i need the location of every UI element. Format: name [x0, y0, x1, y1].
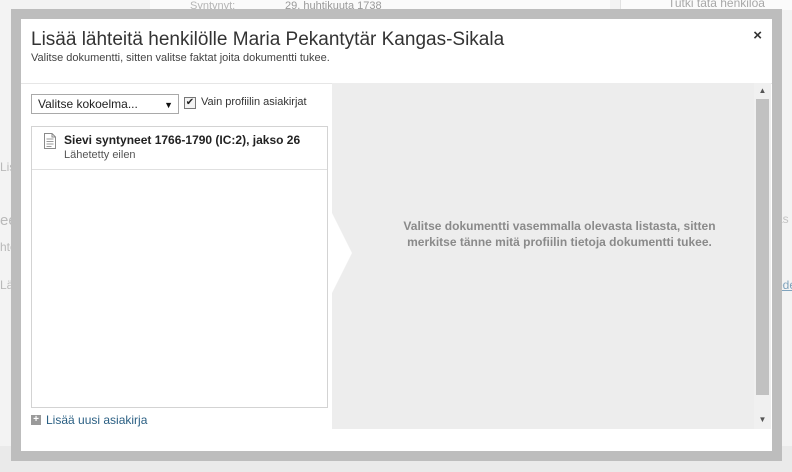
- document-sent-date: Lähetetty eilen: [64, 149, 136, 161]
- plus-icon: +: [31, 415, 41, 425]
- document-title: Sievi syntyneet 1766-1790 (IC:2), jakso …: [64, 133, 301, 147]
- profile-documents-only-checkbox[interactable]: ✔: [184, 97, 196, 109]
- dialog-header: Lisää lähteitä henkilölle Maria Pekantyt…: [21, 19, 772, 84]
- list-item[interactable]: Sievi syntyneet 1766-1790 (IC:2), jakso …: [32, 127, 327, 170]
- dialog-subtitle: Valitse dokumentti, sitten valitse fakta…: [31, 52, 330, 64]
- scroll-up-icon[interactable]: ▲: [754, 86, 771, 95]
- dialog-title: Lisää lähteitä henkilölle Maria Pekantyt…: [31, 29, 505, 50]
- scroll-down-icon[interactable]: ▼: [754, 415, 771, 424]
- profile-documents-only-label: Vain profiilin asiakirjat: [201, 96, 307, 108]
- collection-select-value: Valitse kokoelma...: [38, 97, 138, 111]
- dropdown-arrow-icon: ▼: [164, 100, 173, 110]
- pointer-arrow: [332, 213, 352, 293]
- document-pane: Valitse kokoelma... ▼ ✔ Vain profiilin a…: [21, 83, 332, 429]
- collection-select[interactable]: Valitse kokoelma... ▼: [31, 94, 179, 114]
- facts-pane-scrollbar[interactable]: ▲ ▼: [754, 83, 771, 429]
- facts-instruction-message: Valitse dokumentti vasemmalla olevasta l…: [403, 219, 716, 249]
- document-icon: [44, 133, 56, 149]
- add-sources-dialog: Lisää lähteitä henkilölle Maria Pekantyt…: [21, 19, 772, 451]
- document-list: Sievi syntyneet 1766-1790 (IC:2), jakso …: [31, 126, 328, 408]
- scrollbar-thumb[interactable]: [756, 99, 769, 395]
- add-new-document-label: Lisää uusi asiakirja: [46, 413, 148, 427]
- facts-pane: Valitse dokumentti vasemmalla olevasta l…: [332, 83, 771, 429]
- close-icon[interactable]: ×: [753, 28, 762, 44]
